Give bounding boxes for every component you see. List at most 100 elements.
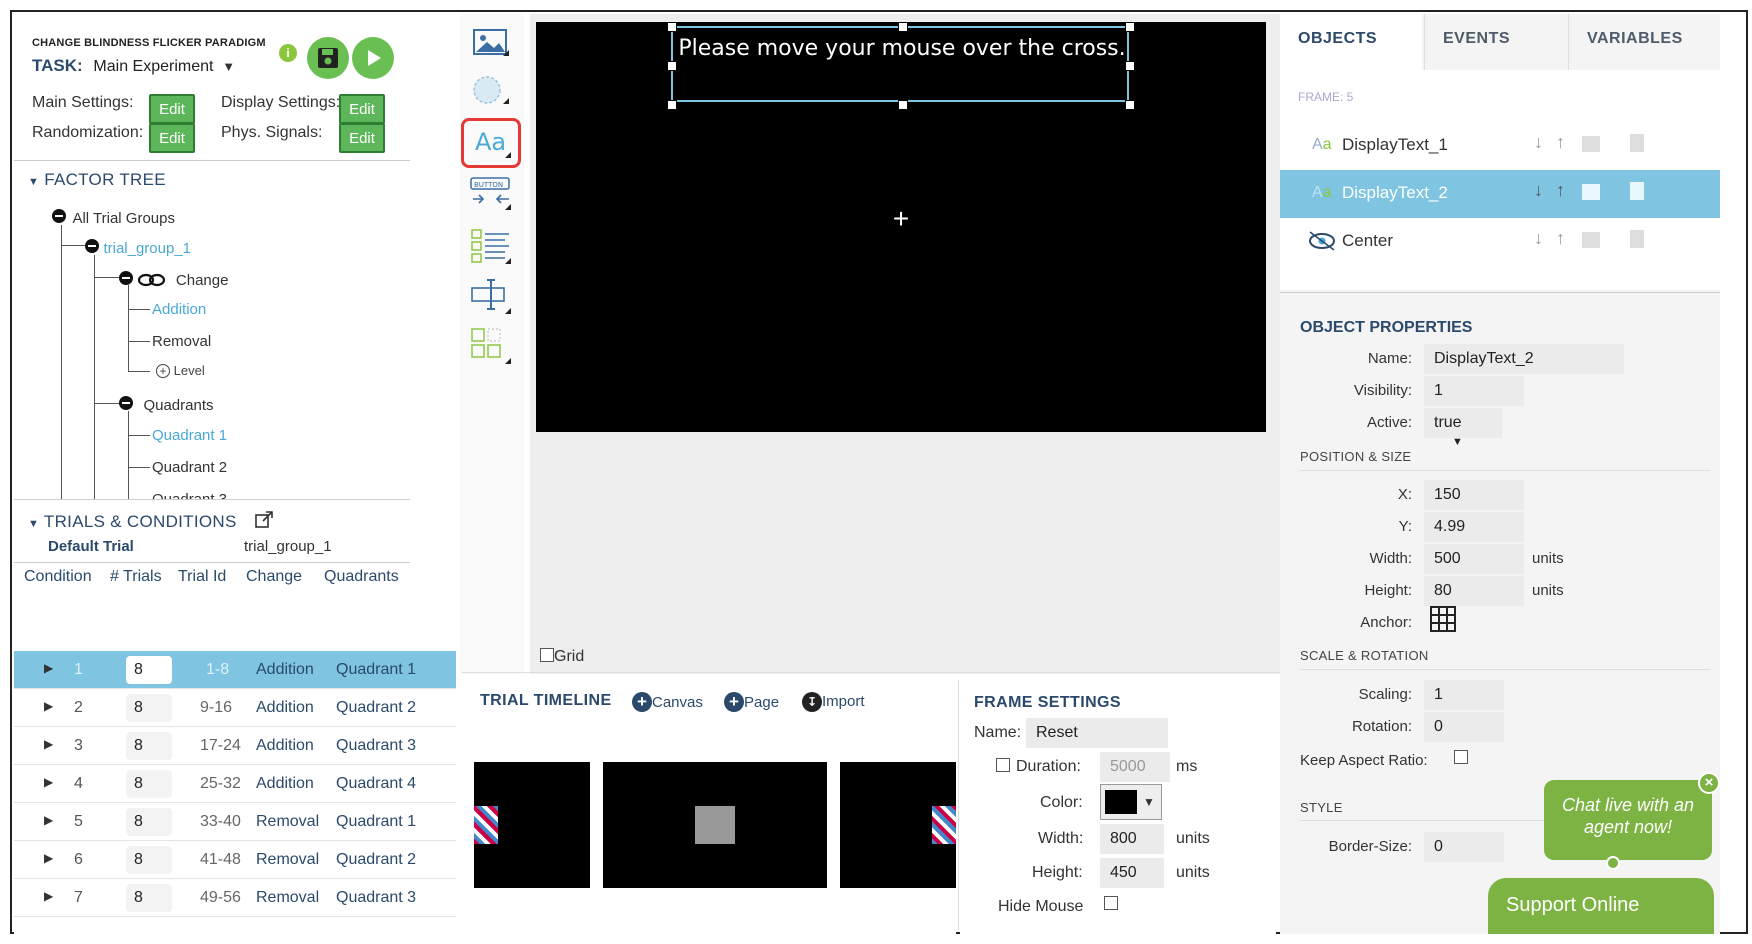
trial-count-input[interactable]: 8: [126, 846, 172, 874]
support-online-button[interactable]: Support Online: [1488, 878, 1714, 934]
col-quadrants[interactable]: Quadrants: [324, 568, 399, 586]
tree-node-factor-quadrants[interactable]: Quadrants: [119, 396, 214, 415]
col-trials[interactable]: # Trials: [110, 568, 162, 586]
object-row[interactable]: Center ↓ ↑: [1280, 218, 1720, 266]
prop-visibility-input[interactable]: 1: [1424, 376, 1524, 406]
save-button[interactable]: [307, 37, 349, 79]
resize-handle[interactable]: [898, 100, 908, 110]
move-down-icon[interactable]: ↓: [1534, 180, 1543, 201]
trash-icon[interactable]: [1630, 182, 1644, 200]
add-canvas-button[interactable]: + Canvas: [632, 692, 703, 712]
shape-tool-icon[interactable]: [466, 70, 516, 114]
frame-height-input[interactable]: 450: [1100, 858, 1164, 888]
grid-checkbox[interactable]: [540, 648, 554, 662]
table-row[interactable]: ▶ 6 8 41-48 Removal Quadrant 2: [14, 841, 456, 879]
col-trial-id[interactable]: Trial Id: [178, 568, 226, 586]
frame-width-input[interactable]: 800: [1100, 824, 1164, 854]
phys-signals-edit-button[interactable]: Edit: [339, 123, 385, 153]
list-tool-icon[interactable]: [466, 224, 516, 268]
external-link-icon[interactable]: [254, 510, 274, 530]
move-down-icon[interactable]: ↓: [1534, 132, 1543, 153]
import-button[interactable]: ↧ Import: [802, 692, 865, 712]
move-up-icon[interactable]: ↑: [1556, 132, 1565, 153]
prop-y-input[interactable]: 4.99: [1424, 512, 1524, 542]
timeline-frame[interactable]: [474, 762, 590, 888]
add-level-button[interactable]: + Level: [156, 363, 205, 378]
collapse-icon[interactable]: [85, 239, 99, 253]
collapse-icon[interactable]: [119, 271, 133, 285]
duration-input[interactable]: 5000: [1100, 752, 1170, 782]
trial-count-input[interactable]: 8: [126, 732, 172, 760]
object-row-selected[interactable]: Aa DisplayText_2 ↓ ↑: [1280, 170, 1720, 218]
resize-handle[interactable]: [1125, 100, 1135, 110]
resize-handle[interactable]: [1125, 61, 1135, 71]
expand-row-icon[interactable]: ▶: [44, 661, 53, 675]
table-row[interactable]: ▶ 4 8 25-32 Addition Quadrant 4: [14, 765, 456, 803]
col-change[interactable]: Change: [246, 568, 302, 586]
add-page-button[interactable]: + Page: [724, 692, 779, 712]
tree-level-quadrant-2[interactable]: Quadrant 2: [152, 459, 227, 476]
stage-canvas[interactable]: Please move your mouse over the cross. +: [536, 22, 1266, 432]
input-tool-icon[interactable]: [466, 274, 516, 318]
keep-aspect-checkbox[interactable]: [1454, 750, 1468, 764]
timeline-frame[interactable]: [840, 762, 956, 888]
trial-count-input[interactable]: 8: [126, 656, 172, 684]
tab-events[interactable]: EVENTS: [1424, 14, 1566, 70]
trials-header[interactable]: ▼ TRIALS & CONDITIONS: [28, 510, 274, 532]
trash-icon[interactable]: [1630, 230, 1644, 248]
object-row[interactable]: Aa DisplayText_1 ↓ ↑: [1280, 122, 1720, 170]
selected-text-object[interactable]: Please move your mouse over the cross.: [667, 22, 1135, 110]
prop-scaling-input[interactable]: 1: [1424, 680, 1504, 710]
fixation-cross[interactable]: +: [886, 204, 916, 234]
trial-count-input[interactable]: 8: [126, 694, 172, 722]
trial-count-input[interactable]: 8: [126, 884, 172, 912]
grid-toggle[interactable]: Grid: [540, 648, 584, 666]
tree-node-group[interactable]: trial_group_1: [85, 239, 191, 258]
expand-row-icon[interactable]: ▶: [44, 699, 53, 713]
close-icon[interactable]: ×: [1698, 772, 1720, 794]
tab-variables[interactable]: VARIABLES: [1568, 14, 1720, 70]
timeline-frame[interactable]: [603, 762, 827, 888]
grid-tool-icon[interactable]: [466, 324, 516, 368]
prop-name-input[interactable]: DisplayText_2: [1424, 344, 1624, 374]
prop-active-select[interactable]: true ▼: [1424, 408, 1502, 448]
resize-handle[interactable]: [667, 100, 677, 110]
task-select[interactable]: Main Experiment: [93, 58, 213, 75]
trial-count-input[interactable]: 8: [126, 770, 172, 798]
tree-level-removal[interactable]: Removal: [152, 333, 211, 350]
table-row[interactable]: ▶ 7 8 49-56 Removal Quadrant 3: [14, 879, 456, 917]
tab-objects[interactable]: OBJECTS: [1280, 14, 1422, 70]
trial-count-input[interactable]: 8: [126, 808, 172, 836]
prop-height-input[interactable]: 80: [1424, 576, 1524, 606]
hide-mouse-checkbox[interactable]: [1104, 896, 1118, 910]
move-up-icon[interactable]: ↑: [1556, 180, 1565, 201]
randomization-edit-button[interactable]: Edit: [149, 123, 195, 153]
tree-level-quadrant-3[interactable]: Quadrant 3: [152, 491, 227, 499]
table-row[interactable]: ▶ 2 8 9-16 Addition Quadrant 2: [14, 689, 456, 727]
main-settings-edit-button[interactable]: Edit: [149, 94, 195, 124]
prop-width-input[interactable]: 500: [1424, 544, 1524, 574]
prop-border-size-input[interactable]: 0: [1424, 832, 1504, 862]
play-button[interactable]: [352, 37, 394, 79]
factor-tree-header[interactable]: ▼ FACTOR TREE: [28, 170, 166, 190]
expand-row-icon[interactable]: ▶: [44, 737, 53, 751]
display-settings-edit-button[interactable]: Edit: [339, 94, 385, 124]
expand-row-icon[interactable]: ▶: [44, 889, 53, 903]
tree-node-factor-change[interactable]: Change: [119, 271, 228, 290]
col-condition[interactable]: Condition: [24, 568, 92, 586]
table-row[interactable]: ▶ 5 8 33-40 Removal Quadrant 1: [14, 803, 456, 841]
move-up-icon[interactable]: ↑: [1556, 228, 1565, 249]
expand-row-icon[interactable]: ▶: [44, 851, 53, 865]
prop-x-input[interactable]: 150: [1424, 480, 1524, 510]
duration-checkbox[interactable]: [996, 758, 1010, 772]
resize-handle[interactable]: [667, 22, 677, 32]
expand-row-icon[interactable]: ▶: [44, 775, 53, 789]
image-tool-icon[interactable]: [466, 22, 516, 66]
text-tool-icon[interactable]: Aa: [461, 118, 521, 168]
resize-handle[interactable]: [667, 61, 677, 71]
chevron-down-icon[interactable]: ▼: [222, 59, 235, 74]
table-row[interactable]: ▶ 3 8 17-24 Addition Quadrant 3: [14, 727, 456, 765]
resize-handle[interactable]: [1125, 22, 1135, 32]
anchor-grid-icon[interactable]: [1430, 606, 1456, 632]
button-tool-icon[interactable]: BUTTON: [466, 172, 516, 216]
